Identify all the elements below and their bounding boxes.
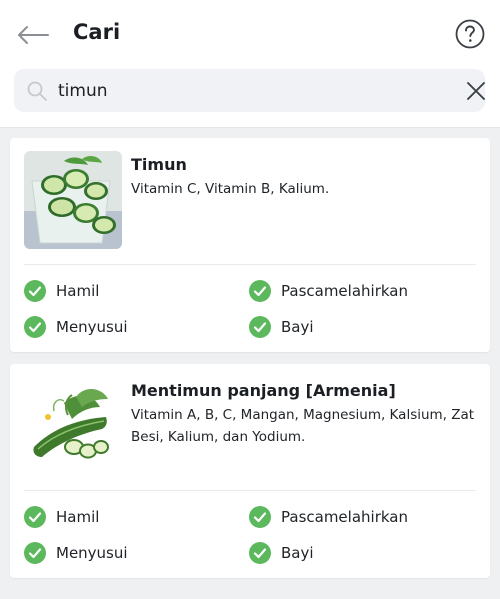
status-menyusui: Menyusui	[24, 542, 128, 564]
check-circle-icon	[24, 542, 46, 564]
status-hamil: Hamil	[24, 280, 99, 302]
armenian-cucumber-image	[24, 377, 122, 475]
help-button[interactable]	[455, 19, 485, 49]
status-label: Menyusui	[56, 318, 128, 336]
status-menyusui: Menyusui	[24, 316, 128, 338]
check-circle-icon	[24, 280, 46, 302]
cucumber-slices-image	[24, 151, 122, 249]
status-bayi: Bayi	[249, 316, 314, 338]
divider	[24, 264, 476, 265]
status-label: Bayi	[281, 544, 314, 562]
status-label: Hamil	[56, 508, 100, 526]
status-label: Hamil	[56, 282, 100, 300]
arrow-left-icon	[18, 26, 49, 44]
divider	[24, 490, 476, 491]
back-button[interactable]	[14, 18, 52, 52]
status-label: Pascamelahirkan	[281, 508, 408, 526]
status-label: Menyusui	[56, 544, 128, 562]
check-circle-icon	[249, 316, 271, 338]
status-pascamelahirkan: Pascamelahirkan	[249, 506, 408, 528]
page-title: Cari	[73, 20, 121, 44]
app-header: Cari	[0, 0, 500, 128]
food-name: Mentimun panjang [Armenia]	[131, 381, 396, 400]
food-result-card[interactable]: Timun Vitamin C, Vitamin B, Kalium. Hami…	[10, 138, 490, 352]
status-bayi: Bayi	[249, 542, 314, 564]
status-label: Bayi	[281, 318, 314, 336]
check-circle-icon	[24, 316, 46, 338]
search-input[interactable]	[58, 69, 438, 112]
clear-search-icon[interactable]	[464, 79, 488, 103]
check-circle-icon	[249, 506, 271, 528]
search-bar	[14, 69, 485, 112]
food-name: Timun	[131, 155, 187, 174]
question-circle-icon	[455, 19, 485, 49]
food-nutrients: Vitamin A, B, C, Mangan, Magnesium, Kals…	[131, 407, 475, 445]
food-nutrients: Vitamin C, Vitamin B, Kalium.	[131, 181, 330, 197]
status-hamil: Hamil	[24, 506, 99, 528]
status-pascamelahirkan: Pascamelahirkan	[249, 280, 408, 302]
check-circle-icon	[249, 542, 271, 564]
check-circle-icon	[249, 280, 271, 302]
food-result-card[interactable]: Mentimun panjang [Armenia] Vitamin A, B,…	[10, 364, 490, 578]
check-circle-icon	[24, 506, 46, 528]
status-label: Pascamelahirkan	[281, 282, 408, 300]
search-icon	[27, 81, 47, 101]
